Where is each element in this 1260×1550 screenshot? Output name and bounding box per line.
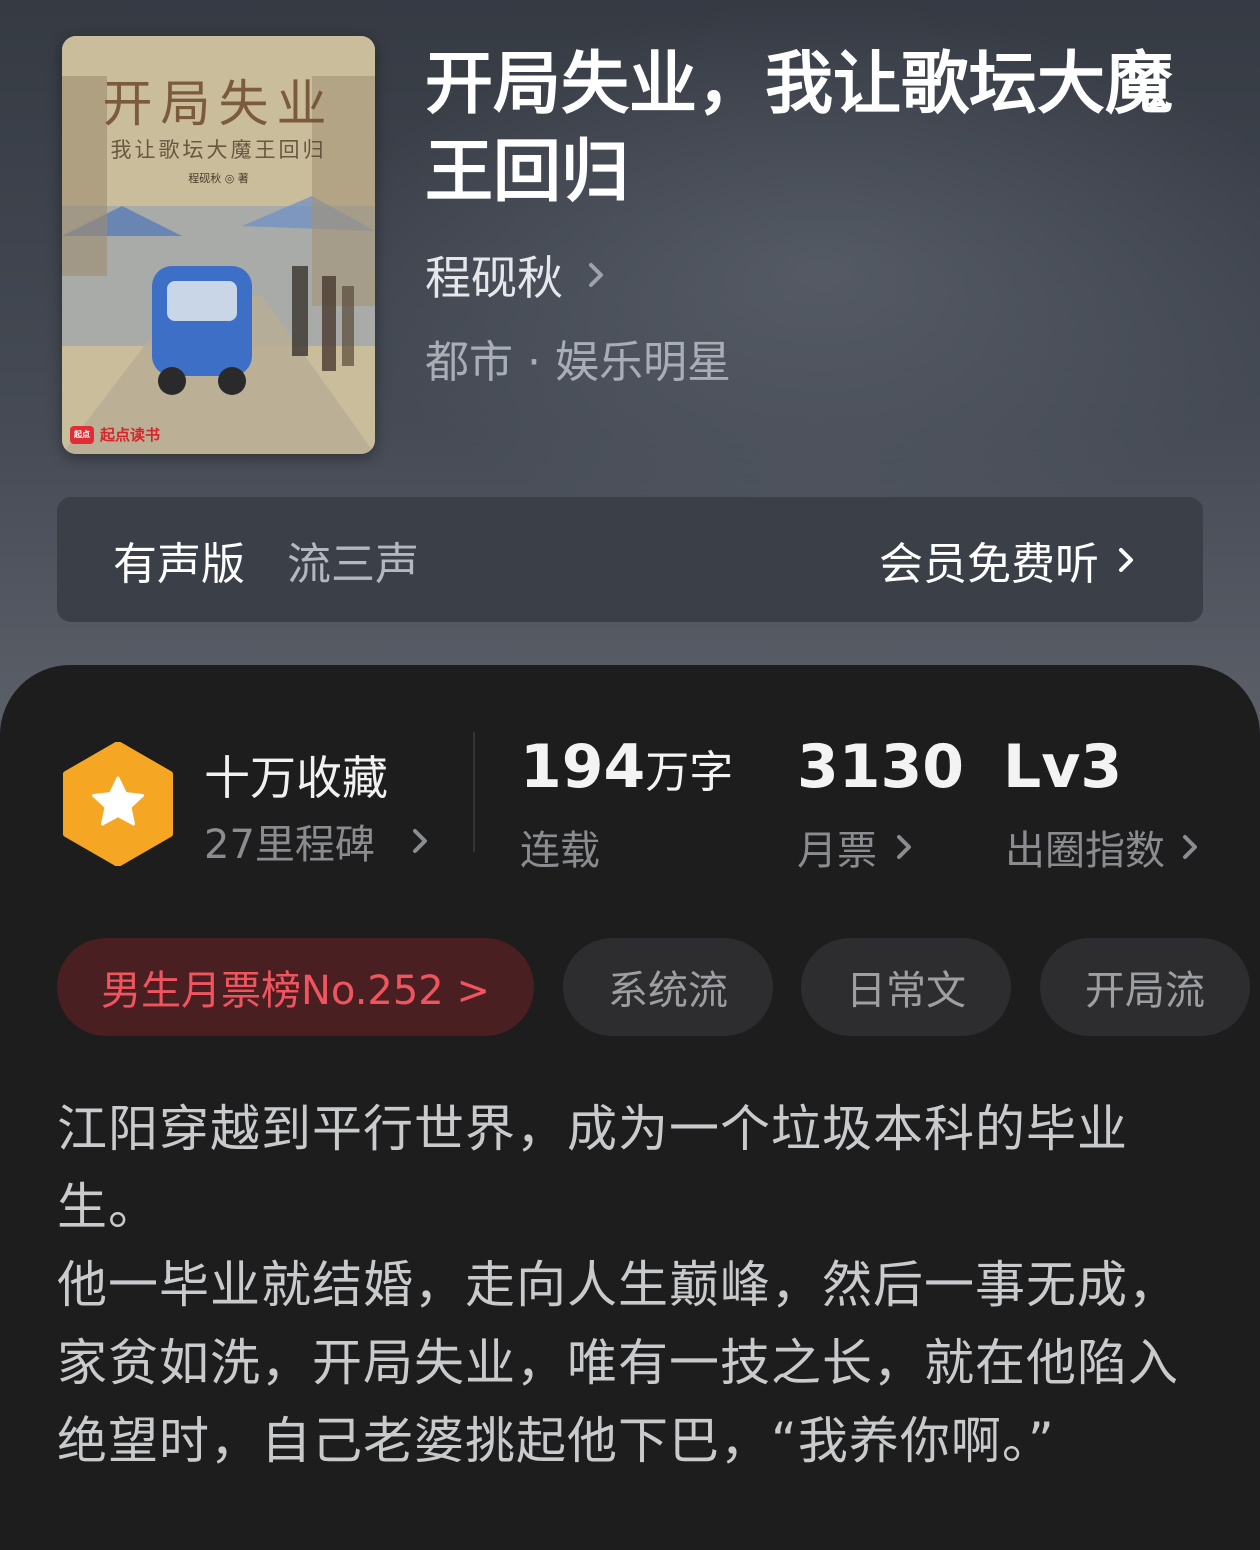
stats-divider (473, 732, 475, 852)
monthly-votes-value: 3130 (797, 732, 964, 802)
star-medal-icon (63, 742, 173, 866)
audio-cta-label: 会员免费听 (879, 538, 1099, 590)
member-free-listen-button[interactable]: 会员免费听 (879, 528, 1145, 592)
description-paragraph: 他一毕业就结婚，走向人生巅峰，然后一事无成，家贫如洗，开局失业，唯有一技之长，就… (57, 1256, 1179, 1470)
serial-status: 连载 (520, 828, 600, 874)
author-name: 程砚秋 (425, 251, 563, 305)
book-cover[interactable]: 开局失业 我让歌坛大魔王回归 程砚秋 ◎ 著 起点 起点读书 (62, 36, 375, 454)
cover-author: 程砚秋 ◎ 著 (188, 172, 249, 185)
rank-tag[interactable]: 男生月票榜No.252 > (57, 938, 534, 1036)
level-label: 出圈指数 (1005, 828, 1165, 874)
tag-system[interactable]: 系统流 (563, 938, 773, 1036)
audiobook-bar[interactable]: 有声版 流三声 会员免费听 (57, 497, 1203, 622)
chevron-right-icon (589, 263, 603, 287)
cover-subtitle: 我让歌坛大魔王回归 (110, 138, 327, 162)
author-link[interactable]: 程砚秋 (425, 242, 617, 308)
publisher-mark: 起点 (70, 425, 94, 444)
book-description[interactable]: 江阳穿越到平行世界，成为一个垃圾本科的毕业生。 他一毕业就结婚，走向人生巅峰，然… (57, 1090, 1187, 1480)
chevron-right-icon (897, 835, 911, 859)
monthly-votes-label: 月票 (797, 828, 877, 874)
cover-title: 开局失业 (102, 75, 335, 133)
chevron-right-icon (412, 829, 427, 853)
collect-title: 十万收藏 (204, 751, 388, 805)
publisher-logo: 起点 起点读书 (70, 424, 160, 445)
milestone-link[interactable]: 27里程碑 (204, 812, 441, 870)
audio-narrator: 流三声 (287, 538, 419, 590)
book-title: 开局失业，我让歌坛大魔王回归 (425, 44, 1174, 212)
publisher-name: 起点读书 (100, 426, 161, 444)
chevron-right-icon (1183, 835, 1197, 859)
tag-opening[interactable]: 开局流 (1040, 938, 1250, 1036)
level-link[interactable]: 出圈指数 (1005, 818, 1211, 876)
milestone-label: 27里程碑 (204, 822, 375, 868)
description-paragraph: 江阳穿越到平行世界，成为一个垃圾本科的毕业生。 (57, 1100, 1128, 1236)
level-value: Lv3 (1003, 732, 1123, 802)
word-count-value: 194 (520, 732, 646, 802)
monthly-votes-link[interactable]: 月票 (797, 818, 925, 876)
chevron-right-icon (1119, 547, 1133, 572)
word-count-unit: 万字 (645, 747, 734, 798)
audio-label: 有声版 (113, 538, 245, 590)
book-category[interactable]: 都市 · 娱乐明星 (425, 326, 731, 390)
tag-daily[interactable]: 日常文 (801, 938, 1011, 1036)
word-count: 194万字 (520, 732, 733, 802)
